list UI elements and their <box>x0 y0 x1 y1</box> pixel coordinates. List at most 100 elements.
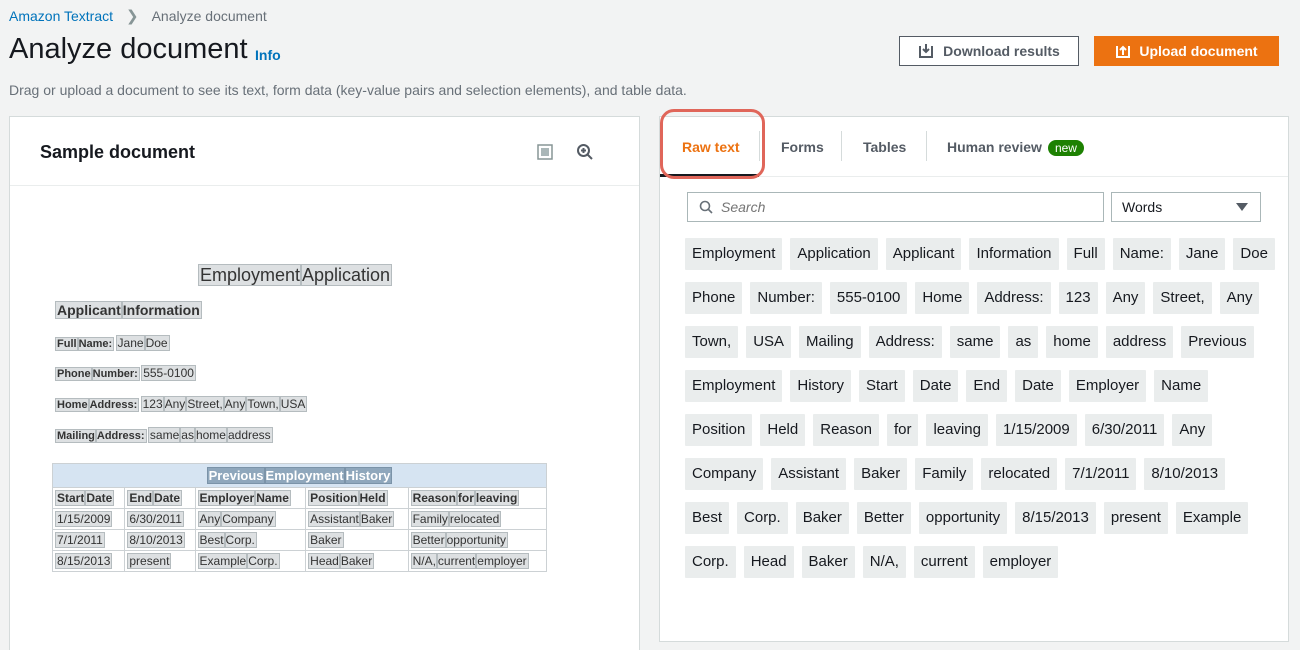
word-chip[interactable]: Home <box>915 282 970 314</box>
search-input[interactable] <box>721 199 1091 215</box>
word-chip[interactable]: Baker <box>854 458 908 490</box>
word-chip[interactable]: Held <box>760 414 806 446</box>
word-chip[interactable]: 1/15/2009 <box>996 414 1077 446</box>
word-chip[interactable]: employer <box>982 546 1059 578</box>
word-chip[interactable]: Reason <box>813 414 879 446</box>
word-chip[interactable]: Start <box>859 370 905 402</box>
word-chip[interactable]: Employment <box>685 370 783 402</box>
doc-line-phone: Phone Number: 555-0100 <box>55 365 196 381</box>
word-chip[interactable]: Doe <box>1233 238 1275 270</box>
word-chip[interactable]: home <box>1046 326 1098 358</box>
download-icon <box>919 44 934 58</box>
doc-word: 123 <box>140 396 165 412</box>
word-chip[interactable]: N/A, <box>862 546 906 578</box>
word-chip[interactable]: same <box>949 326 1001 358</box>
upload-document-label: Upload document <box>1139 43 1258 59</box>
word-chip[interactable]: opportunity <box>918 502 1008 534</box>
word-chip[interactable]: Employer <box>1068 370 1147 402</box>
word-chip[interactable]: End <box>966 370 1008 402</box>
doc-word: Company <box>220 511 276 527</box>
word-chip[interactable]: 6/30/2011 <box>1084 414 1165 446</box>
word-chip[interactable]: Any <box>1172 414 1213 446</box>
word-chip[interactable]: Any <box>1219 282 1260 314</box>
word-chip[interactable]: Full <box>1066 238 1105 270</box>
word-chip[interactable]: Town, <box>685 326 739 358</box>
word-chip[interactable]: 123 <box>1058 282 1098 314</box>
doc-table-caption: Previous Employment History <box>52 463 547 488</box>
word-chip[interactable]: Information <box>969 238 1059 270</box>
word-chip[interactable]: Jane <box>1178 238 1226 270</box>
word-chip[interactable]: Address: <box>868 326 942 358</box>
word-chip[interactable]: Number: <box>750 282 822 314</box>
word-chip[interactable]: address <box>1105 326 1174 358</box>
word-chip[interactable]: 7/1/2011 <box>1065 458 1137 490</box>
word-chip[interactable]: 8/15/2013 <box>1015 502 1096 534</box>
word-chip[interactable]: for <box>886 414 919 446</box>
word-chip[interactable]: Applicant <box>885 238 962 270</box>
word-chip[interactable]: Address: <box>977 282 1051 314</box>
word-chip[interactable]: Family <box>915 458 974 490</box>
word-chip[interactable]: Example <box>1175 502 1249 534</box>
doc-table-row: 7/1/2011 8/10/2013 Best Corp. Baker Better opp… <box>51 529 548 551</box>
word-chip[interactable]: Best <box>685 502 730 534</box>
word-chip[interactable]: current <box>913 546 975 578</box>
word-chip[interactable]: Company <box>685 458 764 490</box>
doc-word: Name: <box>76 337 115 351</box>
doc-word: for <box>455 490 476 506</box>
word-chip[interactable]: 555-0100 <box>829 282 908 314</box>
zoom-in-icon[interactable] <box>576 143 594 161</box>
word-chip[interactable]: Date <box>1015 370 1061 402</box>
word-chip[interactable]: Name: <box>1112 238 1171 270</box>
doc-word: Example <box>197 553 249 569</box>
download-results-button[interactable]: Download results <box>899 36 1079 66</box>
word-chip[interactable]: Mailing <box>799 326 861 358</box>
word-chip[interactable]: Corp. <box>685 546 736 578</box>
word-chip[interactable]: History <box>790 370 852 402</box>
granularity-select[interactable]: Words <box>1111 192 1261 222</box>
word-chip[interactable]: 8/10/2013 <box>1144 458 1226 490</box>
upload-document-button[interactable]: Upload document <box>1094 36 1279 66</box>
doc-table-row: 1/15/2009 6/30/2011 Any Company Assistant Bak… <box>51 508 548 530</box>
document-view-icon[interactable] <box>536 143 554 161</box>
word-chip[interactable]: Date <box>912 370 959 402</box>
word-chip[interactable]: Employment <box>685 238 783 270</box>
doc-word: N/A, <box>410 553 438 569</box>
word-chip[interactable]: Head <box>743 546 794 578</box>
word-chip[interactable]: leaving <box>926 414 988 446</box>
word-chip[interactable]: Previous <box>1181 326 1254 358</box>
word-chip[interactable]: Baker <box>801 546 855 578</box>
word-chip[interactable]: Name <box>1154 370 1209 402</box>
document-preview: Employment Application Applicant Informati… <box>10 187 639 650</box>
word-chip[interactable]: as <box>1008 326 1039 358</box>
tab-forms[interactable]: Forms <box>781 139 824 155</box>
info-link[interactable]: Info <box>255 47 281 63</box>
tab-human-review[interactable]: Human review new <box>947 139 1084 156</box>
doc-word: address <box>225 427 273 443</box>
word-chip[interactable]: Position <box>685 414 753 446</box>
word-chip[interactable]: relocated <box>981 458 1058 490</box>
doc-line-mailing-address: Mailing Address: same as home address <box>55 427 273 443</box>
word-chip[interactable]: Street, <box>1153 282 1212 314</box>
word-chip[interactable]: Corp. <box>737 502 788 534</box>
doc-word: home <box>193 427 228 443</box>
doc-word: Baker <box>308 532 344 548</box>
word-chip[interactable]: Better <box>856 502 911 534</box>
word-chip[interactable]: Any <box>1105 282 1146 314</box>
word-chip[interactable]: Application <box>790 238 878 270</box>
tab-divider <box>759 131 760 161</box>
doc-table-cell: Best Corp. <box>194 529 307 551</box>
word-chip[interactable]: Assistant <box>771 458 847 490</box>
word-chip[interactable]: present <box>1103 502 1168 534</box>
search-box[interactable] <box>687 192 1104 222</box>
breadcrumb-link-textract[interactable]: Amazon Textract <box>9 8 113 24</box>
word-chip[interactable]: USA <box>746 326 792 358</box>
doc-word: Number: <box>90 367 140 381</box>
word-chip[interactable]: Baker <box>795 502 849 534</box>
tab-divider <box>841 131 842 161</box>
sample-document-header: Sample document <box>10 117 639 186</box>
word-chip[interactable]: Phone <box>685 282 743 314</box>
doc-word: Baker <box>338 553 375 569</box>
tab-tables[interactable]: Tables <box>863 139 906 155</box>
tab-raw-text[interactable]: Raw text <box>682 139 740 155</box>
doc-table-row: 8/15/2013 present Example Corp. Head Baker N/A… <box>51 550 548 572</box>
